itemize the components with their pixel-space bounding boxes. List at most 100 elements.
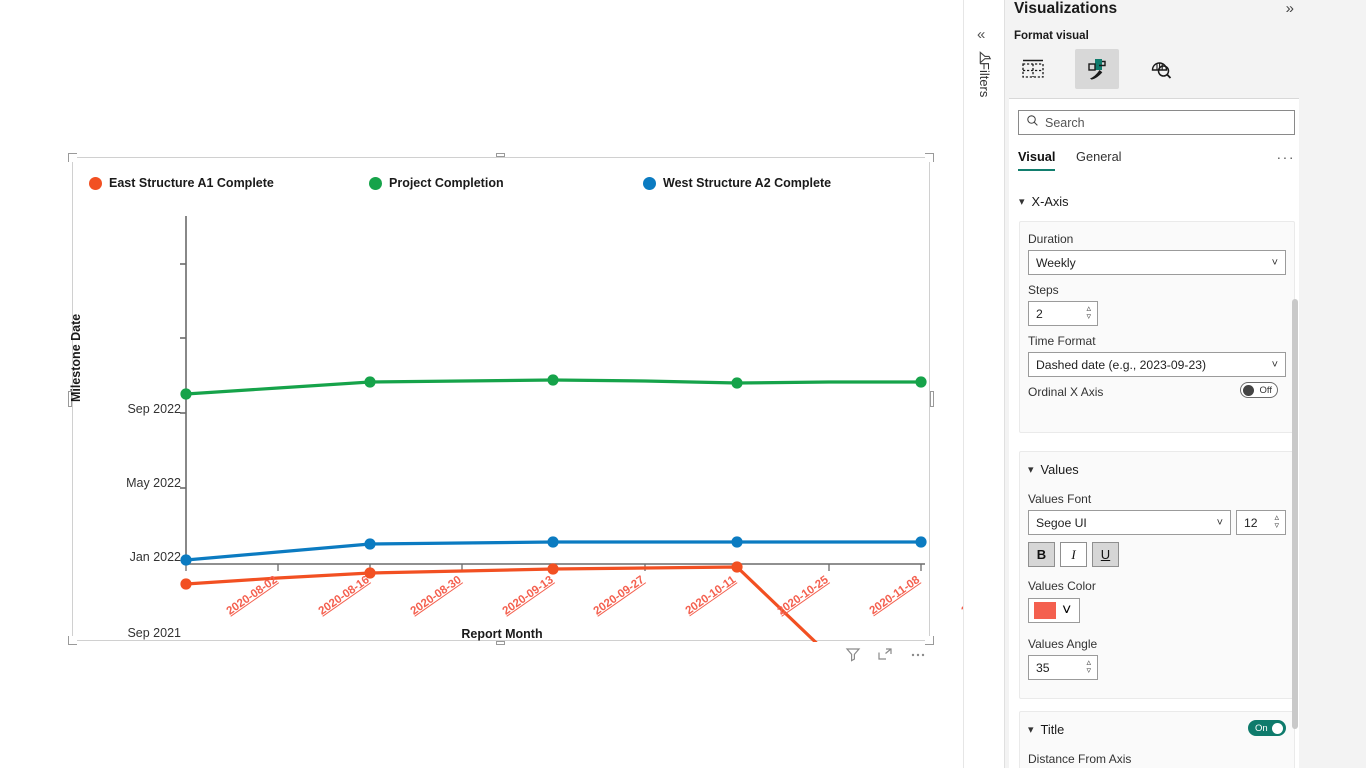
values-angle-label: Values Angle	[1028, 637, 1098, 651]
chart-svg	[180, 216, 927, 642]
line-chart-visual[interactable]: East Structure A1 Complete Project Compl…	[68, 153, 1014, 645]
chevron-down-icon: ▾	[1028, 724, 1034, 736]
time-format-dropdown[interactable]: Dashed date (e.g., 2023-09-23) ˅	[1028, 352, 1286, 377]
legend-swatch-icon	[89, 176, 102, 190]
legend-label: Project Completion	[389, 176, 504, 190]
selection-handle-top-left[interactable]	[68, 153, 77, 162]
legend-item-east-structure-a1-complete[interactable]: East Structure A1 Complete	[89, 176, 274, 190]
more-options-icon[interactable]	[909, 646, 927, 662]
double-chevron-right-icon[interactable]: »	[1286, 0, 1294, 17]
legend-swatch-icon	[643, 176, 656, 190]
duration-dropdown[interactable]: Weekly ˅	[1028, 250, 1286, 275]
y-axis-title: Milestone Date	[69, 313, 83, 402]
values-font-family-value: Segoe UI	[1036, 515, 1087, 530]
stepper-arrows-icon[interactable]: ▵ ▿	[1274, 513, 1279, 530]
scrollbar-thumb[interactable]	[1292, 299, 1298, 729]
section-x-axis-title: X-Axis	[1031, 194, 1069, 209]
toggle-state-label: On	[1255, 722, 1268, 734]
toggle-knob	[1272, 722, 1283, 734]
italic-button[interactable]: I	[1060, 542, 1087, 567]
title-settings-card: ▾ Title On Distance From Axis	[1019, 711, 1295, 768]
title-toggle[interactable]: On	[1248, 720, 1286, 736]
y-axis-tick-label: Jan 2022	[129, 550, 181, 564]
legend-label: East Structure A1 Complete	[109, 176, 274, 190]
values-angle-stepper[interactable]: 35 ▵ ▿	[1028, 655, 1098, 680]
page-title: Visualizations	[1014, 0, 1118, 17]
values-font-family-dropdown[interactable]: Segoe UI ˅	[1028, 510, 1231, 535]
format-pane-body: Search Visual General ··· ▾ X-Axis Durat…	[1009, 98, 1299, 768]
steps-label: Steps	[1028, 283, 1059, 297]
selection-handle-top-middle[interactable]	[496, 153, 505, 157]
format-visual-label: Format visual	[1014, 30, 1089, 42]
chart-plot-area[interactable]: Milestone Date Report Month Sep 2022 May…	[69, 202, 1014, 642]
visualizations-pane-header: Visualizations »	[1005, 0, 1366, 26]
search-placeholder: Search	[1045, 115, 1085, 130]
filters-pane-label: Filters	[977, 62, 992, 98]
section-values-title: Values	[1040, 462, 1079, 477]
legend-item-project-completion[interactable]: Project Completion	[369, 176, 504, 190]
legend-item-west-structure-a2-complete[interactable]: West Structure A2 Complete	[643, 176, 831, 190]
section-x-axis-header[interactable]: ▾ X-Axis	[1019, 194, 1069, 209]
values-font-label: Values Font	[1028, 492, 1092, 506]
color-swatch	[1034, 602, 1056, 619]
double-chevron-left-icon[interactable]: «	[977, 26, 985, 43]
analytics-magnifier-icon[interactable]	[1139, 49, 1183, 89]
visual-toolbar	[845, 646, 927, 662]
stepper-arrows-icon[interactable]: ▵ ▿	[1086, 304, 1091, 321]
tab-visual[interactable]: Visual	[1018, 149, 1056, 171]
chevron-down-icon: ˅	[1271, 358, 1278, 371]
filters-pane-collapsed[interactable]: « Filters	[963, 0, 1005, 768]
ordinal-x-axis-label: Ordinal X Axis	[1028, 385, 1104, 399]
steps-value: 2	[1036, 306, 1043, 321]
focus-mode-icon[interactable]	[877, 646, 893, 662]
stepper-arrows-icon[interactable]: ▵ ▿	[1086, 658, 1091, 675]
chevron-down-icon: ˅	[1216, 516, 1223, 529]
chevron-down-icon: ▾	[1028, 464, 1034, 476]
values-angle-value: 35	[1036, 660, 1050, 675]
duration-label: Duration	[1028, 232, 1074, 246]
duration-value: Weekly	[1036, 255, 1076, 270]
toggle-state-label: Off	[1259, 384, 1273, 396]
build-fields-icon[interactable]	[1011, 49, 1055, 89]
distance-from-axis-label: Distance From Axis	[1028, 752, 1132, 766]
values-settings-card: ▾ Values Values Font Segoe UI ˅ 12 ▵ ▿ B …	[1019, 451, 1295, 699]
values-font-size-stepper[interactable]: 12 ▵ ▿	[1236, 510, 1286, 535]
y-axis-tick-label: May 2022	[126, 476, 181, 490]
visualizations-pane: Visualizations » Format visual Search Vi…	[1005, 0, 1366, 768]
tab-general[interactable]: General	[1076, 149, 1122, 169]
bold-button[interactable]: B	[1028, 542, 1055, 567]
underline-button[interactable]: U	[1092, 542, 1119, 567]
x-axis-settings-card: Duration Weekly ˅ Steps 2 ▵ ▿ Time Format…	[1019, 221, 1295, 433]
chart-legend: East Structure A1 Complete Project Compl…	[73, 176, 929, 202]
search-input[interactable]: Search	[1018, 110, 1295, 135]
selection-handle-top-right[interactable]	[925, 153, 934, 162]
chevron-down-icon: ˅	[1062, 601, 1072, 619]
x-axis-title: Report Month	[461, 627, 543, 641]
y-axis-tick-label: Sep 2021	[127, 626, 181, 640]
ordinal-x-axis-toggle[interactable]: Off	[1240, 382, 1278, 398]
filter-icon[interactable]	[845, 646, 861, 662]
format-pane-tab-icons	[1011, 46, 1211, 92]
values-text-style-buttons: B I U	[1028, 542, 1119, 567]
format-pane-tabs: Visual General ···	[1018, 149, 1295, 175]
time-format-value: Dashed date (e.g., 2023-09-23)	[1036, 357, 1207, 372]
legend-swatch-icon	[369, 176, 382, 190]
section-values-header[interactable]: ▾ Values	[1028, 462, 1079, 477]
y-axis-tick-label: Sep 2022	[127, 402, 181, 416]
legend-label: West Structure A2 Complete	[663, 176, 832, 190]
format-pane-scrollbar[interactable]	[1292, 203, 1298, 768]
values-color-label: Values Color	[1028, 579, 1096, 593]
values-font-size-value: 12	[1244, 515, 1258, 530]
search-icon	[1026, 114, 1039, 132]
chevron-down-icon: ▾	[1019, 196, 1025, 208]
report-canvas: East Structure A1 Complete Project Compl…	[0, 0, 1014, 768]
steps-stepper[interactable]: 2 ▵ ▿	[1028, 301, 1098, 326]
values-color-picker[interactable]: ˅	[1028, 598, 1080, 623]
section-title-header[interactable]: ▾ Title	[1028, 722, 1064, 737]
time-format-label: Time Format	[1028, 334, 1096, 348]
section-title-title: Title	[1040, 722, 1065, 737]
chevron-down-icon: ˅	[1271, 256, 1278, 269]
format-paint-roller-icon[interactable]	[1075, 49, 1119, 89]
toggle-knob	[1243, 384, 1254, 396]
pane-more-options-icon[interactable]: ···	[1277, 149, 1296, 165]
